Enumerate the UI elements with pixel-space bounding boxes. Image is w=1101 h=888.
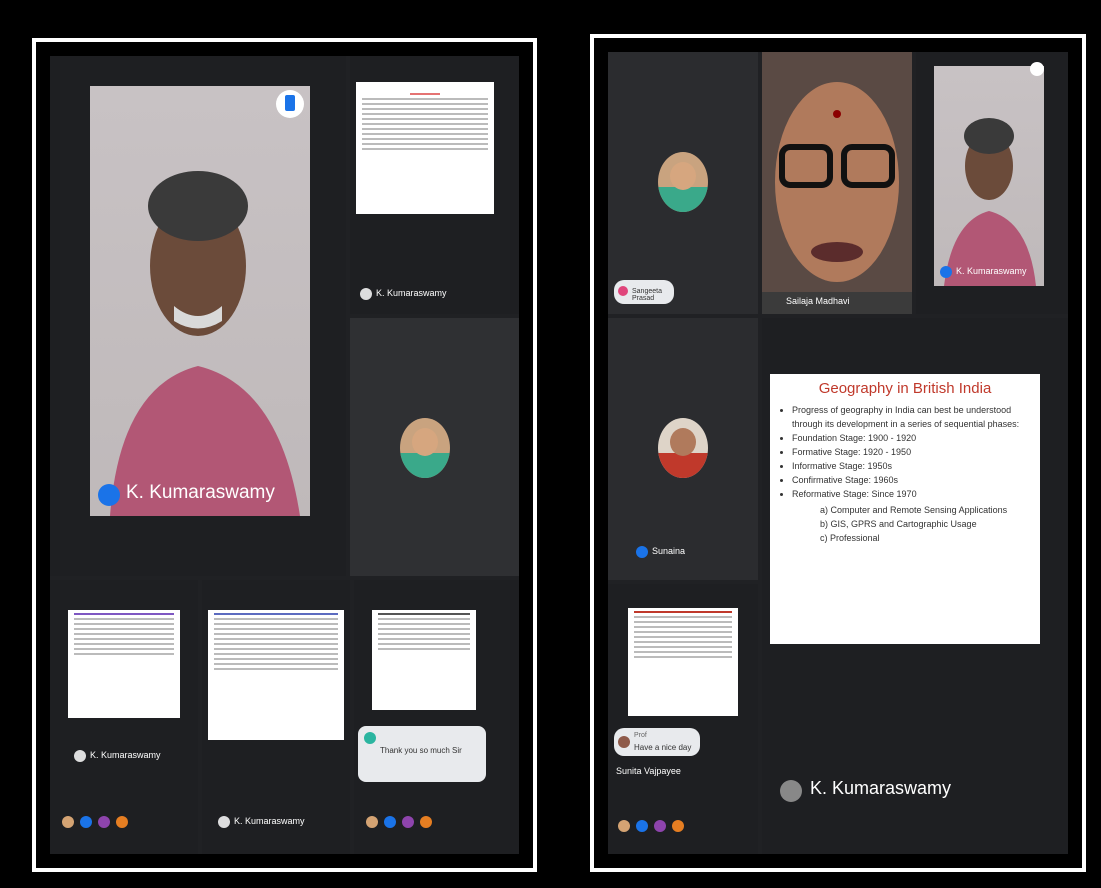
participant-avatar <box>400 418 450 478</box>
audio-indicator-icon <box>636 546 648 558</box>
bottom-tile-2-slide <box>208 610 344 740</box>
speaker-video <box>90 86 310 516</box>
user-avatar-icon <box>218 816 230 828</box>
right-meeting-grid: Sangeeta Prasad Sailaja Madhavi K. Kumar… <box>608 52 1068 854</box>
main-speaker-name: K. Kumaraswamy <box>126 482 275 503</box>
slide-subitem: b) GIS, GPRS and Cartographic Usage <box>820 519 977 529</box>
left-white-frame: K. Kumaraswamy K. Kumaraswamy K. Kumaras… <box>32 38 537 872</box>
bottom-tile-2-name: K. Kumaraswamy <box>234 816 305 826</box>
speaker-face <box>762 52 912 292</box>
pin-icon[interactable] <box>276 90 304 118</box>
slide-title: Geography in British India <box>818 380 992 397</box>
shared-tile-name: K. Kumaraswamy <box>376 288 447 298</box>
right-screenshot-panel: Sangeeta Prasad Sailaja Madhavi K. Kumar… <box>566 8 1096 880</box>
reaction-dock[interactable] <box>618 820 684 832</box>
chat-text: Have a nice day <box>634 743 692 752</box>
left-meeting-grid: K. Kumaraswamy K. Kumaraswamy K. Kumaras… <box>50 56 519 854</box>
chat-avatar-icon <box>618 286 628 296</box>
top-tile-3-caption: K. Kumaraswamy <box>956 266 1027 276</box>
slide-bullet: Progress of geography in India can best … <box>792 403 1030 431</box>
chat-avatar-icon <box>618 736 630 748</box>
right-white-frame: Sangeeta Prasad Sailaja Madhavi K. Kumar… <box>590 34 1086 872</box>
reaction-dock-1[interactable] <box>62 816 128 828</box>
toast-avatar-icon <box>364 732 376 744</box>
top-tile-2-caption: Sailaja Madhavi <box>786 296 850 306</box>
top-tile-1[interactable]: Sangeeta Prasad <box>608 52 758 314</box>
small-slide-tile[interactable]: Prof Have a nice day Sunita Vajpayee <box>608 584 758 854</box>
user-avatar-icon <box>74 750 86 762</box>
presentation-tile[interactable]: Geography in British India Progress of g… <box>762 318 1068 854</box>
bottom-tile-1-slide <box>68 610 180 718</box>
left-screenshot-panel: K. Kumaraswamy K. Kumaraswamy K. Kumaras… <box>8 8 557 880</box>
slide-bullet: Reformative Stage: Since 1970 <box>792 487 1030 501</box>
avatar-tile[interactable]: Sunaina <box>608 318 758 580</box>
presenter-name: K. Kumaraswamy <box>810 778 952 798</box>
shared-screen-tile[interactable]: K. Kumaraswamy <box>350 56 519 314</box>
speaker-video-thumb <box>934 66 1044 286</box>
chat-bubble-bottom[interactable]: Prof Have a nice day <box>614 728 700 756</box>
small-slide-thumbnail <box>628 608 738 716</box>
bottom-tile-2[interactable]: K. Kumaraswamy <box>202 580 350 854</box>
slide-bullets: Progress of geography in India can best … <box>780 403 1030 501</box>
bottom-tile-3[interactable]: Thank you so much Sir <box>354 580 519 854</box>
slide-bullet: Informative Stage: 1950s <box>792 459 1030 473</box>
presenter-avatar-icon <box>780 780 802 802</box>
slide-bullet: Formative Stage: 1920 - 1950 <box>792 445 1030 459</box>
chat-bubble-name: Sangeeta Prasad <box>632 288 662 302</box>
participant-avatar-tile[interactable] <box>350 318 519 576</box>
toast-text: Thank you so much Sir <box>380 746 462 755</box>
reaction-dock-3[interactable] <box>366 816 432 828</box>
bottom-tile-1[interactable]: K. Kumaraswamy <box>50 580 198 854</box>
bottom-tile-3-slide <box>372 610 476 710</box>
small-slide-caption: Sunita Vajpayee <box>616 766 681 776</box>
avatar-tile-caption: Sunaina <box>652 546 686 556</box>
audio-indicator-icon <box>98 484 120 506</box>
participant-avatar <box>658 152 708 212</box>
participant-avatar <box>658 418 708 478</box>
chat-sender: Prof <box>634 732 647 739</box>
bottom-tile-1-name: K. Kumaraswamy <box>90 750 161 760</box>
slide-bullet: Foundation Stage: 1900 - 1920 <box>792 431 1030 445</box>
slide-subitem: a) Computer and Remote Sensing Applicati… <box>820 505 1008 515</box>
shared-dialog-thumbnail <box>356 82 494 214</box>
notification-toast[interactable]: Thank you so much Sir <box>358 726 486 782</box>
pin-icon[interactable] <box>1030 62 1044 76</box>
audio-indicator-icon <box>940 266 952 278</box>
slide-subitem: c) Professional <box>820 533 880 543</box>
top-tile-3[interactable]: K. Kumaraswamy <box>916 52 1068 314</box>
main-speaker-tile[interactable]: K. Kumaraswamy <box>50 56 346 576</box>
chat-bubble-top[interactable]: Sangeeta Prasad <box>614 280 674 304</box>
top-tile-2[interactable]: Sailaja Madhavi <box>762 52 912 314</box>
presentation-slide: Geography in British India Progress of g… <box>770 374 1040 644</box>
user-avatar-icon <box>360 288 372 300</box>
slide-bullet: Confirmative Stage: 1960s <box>792 473 1030 487</box>
